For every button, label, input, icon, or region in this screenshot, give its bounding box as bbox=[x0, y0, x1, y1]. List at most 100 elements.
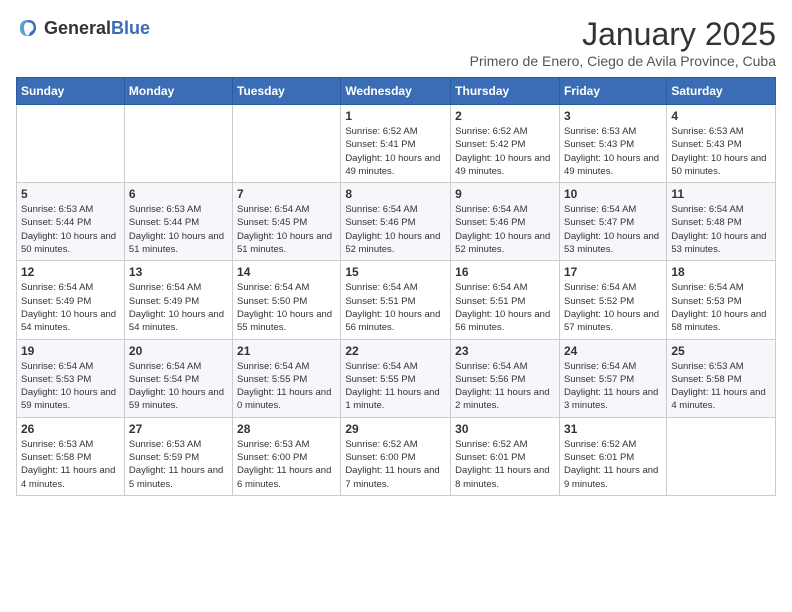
cell-info: Sunrise: 6:54 AM Sunset: 5:47 PM Dayligh… bbox=[564, 203, 662, 256]
calendar-cell: 5 Sunrise: 6:53 AM Sunset: 5:44 PM Daylig… bbox=[17, 183, 125, 261]
calendar-cell: 15 Sunrise: 6:54 AM Sunset: 5:51 PM Dayli… bbox=[341, 261, 451, 339]
calendar-cell: 22Sunrise: 6:54 AM Sunset: 5:55 PM Dayli… bbox=[341, 339, 451, 417]
calendar-cell: 28 Sunrise: 6:53 AM Sunset: 6:00 PM Dayli… bbox=[233, 417, 341, 495]
cell-info: Sunrise: 6:53 AM Sunset: 5:43 PM Dayligh… bbox=[564, 125, 662, 178]
calendar-cell: 23 Sunrise: 6:54 AM Sunset: 5:56 PM Dayli… bbox=[451, 339, 560, 417]
calendar-cell: 26Sunrise: 6:53 AM Sunset: 5:58 PM Dayli… bbox=[17, 417, 125, 495]
cell-info: Sunrise: 6:53 AM Sunset: 5:44 PM Dayligh… bbox=[21, 203, 120, 256]
week-row-1: 1 Sunrise: 6:52 AM Sunset: 5:41 PM Daylig… bbox=[17, 105, 776, 183]
cell-info: Sunrise: 6:54 AM Sunset: 5:55 PM Dayligh… bbox=[237, 360, 336, 413]
day-number: 24 bbox=[564, 344, 662, 358]
day-number: 25 bbox=[671, 344, 771, 358]
cell-info: Sunrise: 6:54 AM Sunset: 5:45 PM Dayligh… bbox=[237, 203, 336, 256]
cell-info: Sunrise: 6:53 AM Sunset: 5:59 PM Dayligh… bbox=[129, 438, 228, 491]
header-saturday: Saturday bbox=[667, 78, 776, 105]
day-number: 1 bbox=[345, 109, 446, 123]
cell-info: Sunrise: 6:54 AM Sunset: 5:56 PM Dayligh… bbox=[455, 360, 555, 413]
cell-info: Sunrise: 6:54 AM Sunset: 5:51 PM Dayligh… bbox=[455, 281, 555, 334]
day-number: 11 bbox=[671, 187, 771, 201]
calendar-cell: 16 Sunrise: 6:54 AM Sunset: 5:51 PM Dayli… bbox=[451, 261, 560, 339]
day-number: 23 bbox=[455, 344, 555, 358]
day-number: 13 bbox=[129, 265, 228, 279]
day-number: 28 bbox=[237, 422, 336, 436]
calendar-cell: 21 Sunrise: 6:54 AM Sunset: 5:55 PM Dayli… bbox=[233, 339, 341, 417]
calendar-header-row: SundayMondayTuesdayWednesdayThursdayFrid… bbox=[17, 78, 776, 105]
day-number: 3 bbox=[564, 109, 662, 123]
calendar-cell: 11Sunrise: 6:54 AM Sunset: 5:48 PM Dayli… bbox=[667, 183, 776, 261]
day-number: 19 bbox=[21, 344, 120, 358]
day-number: 22 bbox=[345, 344, 446, 358]
cell-info: Sunrise: 6:54 AM Sunset: 5:53 PM Dayligh… bbox=[21, 360, 120, 413]
week-row-2: 5 Sunrise: 6:53 AM Sunset: 5:44 PM Daylig… bbox=[17, 183, 776, 261]
cell-info: Sunrise: 6:54 AM Sunset: 5:57 PM Dayligh… bbox=[564, 360, 662, 413]
calendar-cell: 10 Sunrise: 6:54 AM Sunset: 5:47 PM Dayli… bbox=[559, 183, 666, 261]
page-header: GeneralBlue January 2025 Primero de Ener… bbox=[16, 16, 776, 69]
calendar-cell: 31 Sunrise: 6:52 AM Sunset: 6:01 PM Dayli… bbox=[559, 417, 666, 495]
day-number: 31 bbox=[564, 422, 662, 436]
day-number: 30 bbox=[455, 422, 555, 436]
header-friday: Friday bbox=[559, 78, 666, 105]
header-thursday: Thursday bbox=[451, 78, 560, 105]
cell-info: Sunrise: 6:52 AM Sunset: 6:01 PM Dayligh… bbox=[455, 438, 555, 491]
cell-info: Sunrise: 6:54 AM Sunset: 5:46 PM Dayligh… bbox=[345, 203, 446, 256]
cell-info: Sunrise: 6:54 AM Sunset: 5:50 PM Dayligh… bbox=[237, 281, 336, 334]
day-number: 16 bbox=[455, 265, 555, 279]
week-row-3: 12 Sunrise: 6:54 AM Sunset: 5:49 PM Dayli… bbox=[17, 261, 776, 339]
calendar-cell: 25Sunrise: 6:53 AM Sunset: 5:58 PM Dayli… bbox=[667, 339, 776, 417]
calendar-cell: 20 Sunrise: 6:54 AM Sunset: 5:54 PM Dayli… bbox=[124, 339, 232, 417]
day-number: 21 bbox=[237, 344, 336, 358]
header-sunday: Sunday bbox=[17, 78, 125, 105]
calendar-cell: 2Sunrise: 6:52 AM Sunset: 5:42 PM Daylig… bbox=[451, 105, 560, 183]
day-number: 18 bbox=[671, 265, 771, 279]
calendar-body: 1 Sunrise: 6:52 AM Sunset: 5:41 PM Daylig… bbox=[17, 105, 776, 496]
calendar-cell: 12 Sunrise: 6:54 AM Sunset: 5:49 PM Dayli… bbox=[17, 261, 125, 339]
title-section: January 2025 Primero de Enero, Ciego de … bbox=[470, 16, 776, 69]
day-number: 7 bbox=[237, 187, 336, 201]
cell-info: Sunrise: 6:54 AM Sunset: 5:52 PM Dayligh… bbox=[564, 281, 662, 334]
calendar-cell: 14 Sunrise: 6:54 AM Sunset: 5:50 PM Dayli… bbox=[233, 261, 341, 339]
calendar-cell: 7 Sunrise: 6:54 AM Sunset: 5:45 PM Daylig… bbox=[233, 183, 341, 261]
calendar-cell: 27Sunrise: 6:53 AM Sunset: 5:59 PM Dayli… bbox=[124, 417, 232, 495]
calendar-cell bbox=[17, 105, 125, 183]
week-row-4: 19 Sunrise: 6:54 AM Sunset: 5:53 PM Dayli… bbox=[17, 339, 776, 417]
day-number: 6 bbox=[129, 187, 228, 201]
day-number: 5 bbox=[21, 187, 120, 201]
calendar-cell: 8 Sunrise: 6:54 AM Sunset: 5:46 PM Daylig… bbox=[341, 183, 451, 261]
calendar-cell: 6Sunrise: 6:53 AM Sunset: 5:44 PM Daylig… bbox=[124, 183, 232, 261]
calendar-cell: 9 Sunrise: 6:54 AM Sunset: 5:46 PM Daylig… bbox=[451, 183, 560, 261]
cell-info: Sunrise: 6:53 AM Sunset: 6:00 PM Dayligh… bbox=[237, 438, 336, 491]
month-title: January 2025 bbox=[470, 16, 776, 53]
logo-blue: Blue bbox=[111, 18, 150, 38]
cell-info: Sunrise: 6:52 AM Sunset: 5:41 PM Dayligh… bbox=[345, 125, 446, 178]
calendar-cell bbox=[667, 417, 776, 495]
header-wednesday: Wednesday bbox=[341, 78, 451, 105]
cell-info: Sunrise: 6:52 AM Sunset: 6:01 PM Dayligh… bbox=[564, 438, 662, 491]
day-number: 12 bbox=[21, 265, 120, 279]
logo: GeneralBlue bbox=[16, 16, 150, 40]
cell-info: Sunrise: 6:54 AM Sunset: 5:53 PM Dayligh… bbox=[671, 281, 771, 334]
header-monday: Monday bbox=[124, 78, 232, 105]
logo-text: GeneralBlue bbox=[44, 18, 150, 39]
logo-icon bbox=[16, 16, 40, 40]
day-number: 4 bbox=[671, 109, 771, 123]
calendar-cell bbox=[233, 105, 341, 183]
day-number: 15 bbox=[345, 265, 446, 279]
calendar-cell: 24 Sunrise: 6:54 AM Sunset: 5:57 PM Dayli… bbox=[559, 339, 666, 417]
day-number: 8 bbox=[345, 187, 446, 201]
cell-info: Sunrise: 6:54 AM Sunset: 5:46 PM Dayligh… bbox=[455, 203, 555, 256]
cell-info: Sunrise: 6:54 AM Sunset: 5:49 PM Dayligh… bbox=[21, 281, 120, 334]
day-number: 10 bbox=[564, 187, 662, 201]
logo-general: General bbox=[44, 18, 111, 38]
day-number: 9 bbox=[455, 187, 555, 201]
calendar-cell: 17 Sunrise: 6:54 AM Sunset: 5:52 PM Dayli… bbox=[559, 261, 666, 339]
calendar-table: SundayMondayTuesdayWednesdayThursdayFrid… bbox=[16, 77, 776, 496]
day-number: 14 bbox=[237, 265, 336, 279]
cell-info: Sunrise: 6:54 AM Sunset: 5:51 PM Dayligh… bbox=[345, 281, 446, 334]
day-number: 17 bbox=[564, 265, 662, 279]
week-row-5: 26Sunrise: 6:53 AM Sunset: 5:58 PM Dayli… bbox=[17, 417, 776, 495]
location-title: Primero de Enero, Ciego de Avila Provinc… bbox=[470, 53, 776, 69]
calendar-cell: 18 Sunrise: 6:54 AM Sunset: 5:53 PM Dayli… bbox=[667, 261, 776, 339]
day-number: 20 bbox=[129, 344, 228, 358]
cell-info: Sunrise: 6:54 AM Sunset: 5:54 PM Dayligh… bbox=[129, 360, 228, 413]
calendar-cell bbox=[124, 105, 232, 183]
